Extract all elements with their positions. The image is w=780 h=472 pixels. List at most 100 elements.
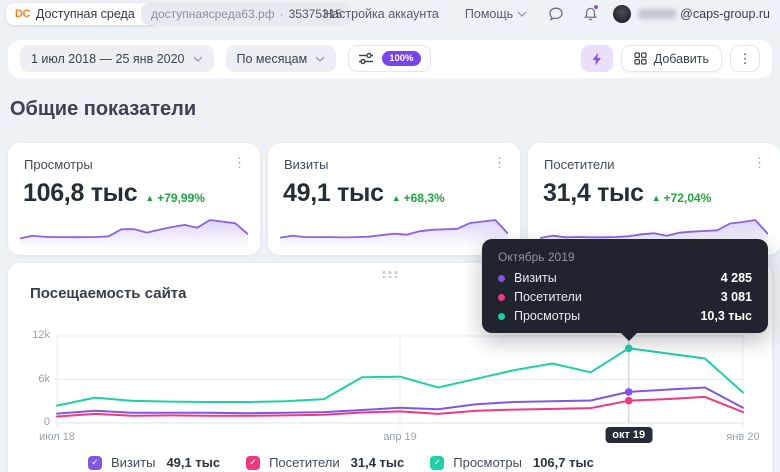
sliders-icon — [358, 52, 374, 65]
triangle-up-icon: ▲ — [392, 193, 401, 203]
site-info: доступнаясреда63.рф · 35375315 — [141, 3, 352, 25]
sampling-badge: 100% — [382, 51, 420, 66]
separator: · — [280, 7, 284, 21]
help-label: Помощь — [465, 7, 513, 21]
account-settings-link[interactable]: Настройка аккаунта — [323, 7, 439, 21]
metric-card-visits: Визиты ⋮ 49,1 тыс ▲+68,3% — [268, 143, 520, 255]
x-axis-label: янв 20 — [726, 431, 759, 443]
report-toolbar: 1 июл 2018 — 25 янв 2020 По месяцам 100% — [8, 40, 772, 78]
card-menu-button[interactable]: ⋮ — [229, 153, 250, 173]
tooltip-value: 4 285 — [721, 271, 752, 285]
sampling-control[interactable]: 100% — [348, 45, 430, 72]
tooltip-label: Визиты — [514, 271, 557, 285]
tooltip-rows: Визиты 4 285 Посетители 3 081 Просмотры 10,3 … — [498, 271, 752, 323]
metric-value: 31,4 тыс — [543, 179, 644, 208]
highlight-point — [625, 345, 633, 353]
tooltip-row: Посетители 3 081 — [498, 290, 752, 304]
toolbar-left: 1 июл 2018 — 25 янв 2020 По месяцам 100% — [20, 45, 431, 72]
tooltip-arrow — [620, 332, 638, 341]
triangle-up-icon: ▲ — [145, 193, 154, 203]
chevron-down-icon — [315, 56, 325, 62]
metric-value: 106,8 тыс — [23, 179, 137, 208]
grouping-label: По месяцам — [237, 52, 308, 66]
project-name: Доступная среда — [36, 7, 135, 21]
avatar[interactable] — [613, 5, 631, 23]
tooltip-value: 10,3 тыс — [700, 309, 752, 323]
legend-value: 106,7 тыс — [533, 455, 594, 470]
legend-label: Визиты — [111, 455, 155, 470]
legend-item: ✓ Посетители 31,4 тыс — [246, 455, 404, 470]
drag-handle[interactable] — [381, 269, 400, 280]
site-url: доступнаясреда63.рф — [151, 7, 275, 21]
series-color-dot — [498, 313, 505, 320]
add-widget-button[interactable]: Добавить — [621, 45, 722, 72]
triangle-up-icon: ▲ — [652, 193, 661, 203]
grouping-selector[interactable]: По месяцам — [226, 45, 337, 72]
card-menu-button[interactable]: ⋮ — [749, 153, 770, 173]
user-name-redacted — [638, 9, 676, 19]
help-menu[interactable]: Помощь — [465, 7, 527, 21]
tooltip-row: Визиты 4 285 — [498, 271, 752, 285]
tooltip-value: 3 081 — [721, 290, 752, 304]
chart-plot-area[interactable] — [55, 336, 745, 423]
lightning-bolt-icon — [591, 52, 603, 66]
counter-logo-icon: DC — [15, 8, 30, 20]
legend-value: 31,4 тыс — [351, 455, 405, 470]
metric-card-views: Просмотры ⋮ 106,8 тыс ▲+79,99% — [8, 143, 260, 255]
quick-actions-button[interactable] — [581, 45, 613, 72]
widgets-grid-icon — [634, 52, 647, 65]
date-range-picker[interactable]: 1 июл 2018 — 25 янв 2020 — [20, 45, 214, 72]
legend-label: Просмотры — [453, 455, 522, 470]
metric-value: 49,1 тыс — [283, 179, 384, 208]
metric-delta: ▲+72,04% — [652, 191, 712, 205]
metric-delta: ▲+68,3% — [392, 191, 445, 205]
chevron-down-icon — [517, 11, 527, 17]
legend-item: ✓ Визиты 49,1 тыс — [88, 455, 220, 470]
legend-checkbox[interactable]: ✓ — [246, 456, 260, 470]
tooltip-label: Посетители — [514, 290, 582, 304]
chat-bubble-icon — [548, 6, 564, 22]
legend-checkbox[interactable]: ✓ — [88, 456, 102, 470]
x-axis-label: июл 18 — [39, 431, 75, 443]
highlight-point — [625, 397, 633, 405]
project-selector[interactable]: DC Доступная среда — [6, 3, 160, 25]
x-axis-highlight-badge: окт 19 — [605, 427, 652, 443]
y-axis-label: 6k — [22, 373, 50, 385]
metric-title: Визиты — [284, 157, 328, 172]
top-nav: Настройка аккаунта Помощь @caps-group.ru — [323, 0, 770, 28]
chevron-down-icon — [193, 56, 203, 62]
add-widget-label: Добавить — [654, 52, 709, 66]
section-title: Общие показатели — [10, 98, 196, 121]
metric-title: Просмотры — [24, 157, 93, 172]
notification-dot — [593, 4, 599, 10]
toolbar-right: Добавить ⋮ — [581, 45, 760, 72]
legend-item: ✓ Просмотры 106,7 тыс — [430, 455, 594, 470]
notifications-button[interactable] — [581, 5, 599, 23]
legend-checkbox[interactable]: ✓ — [430, 456, 444, 470]
line-chart-canvas[interactable] — [55, 336, 745, 428]
highlight-point — [625, 388, 633, 396]
series-color-dot — [498, 275, 505, 282]
card-menu-button[interactable]: ⋮ — [489, 153, 510, 173]
tooltip-row: Просмотры 10,3 тыс — [498, 309, 752, 323]
legend-label: Посетители — [269, 455, 340, 470]
y-axis-label: 12k — [22, 329, 50, 341]
top-bar: DC Доступная среда доступнаясреда63.рф ·… — [0, 0, 780, 28]
sparkline-chart — [20, 214, 248, 248]
date-range-label: 1 июл 2018 — 25 янв 2020 — [31, 52, 185, 66]
metrica-dashboard: DC Доступная среда доступнаясреда63.рф ·… — [0, 0, 780, 472]
legend-value: 49,1 тыс — [166, 455, 220, 470]
x-axis-label: апр 19 — [383, 431, 416, 443]
chart-legend: ✓ Визиты 49,1 тыс ✓ Посетители 31,4 тыс ✓ Просм… — [88, 455, 594, 470]
user-email[interactable]: @caps-group.ru — [680, 7, 770, 21]
chat-button[interactable] — [547, 5, 565, 23]
more-options-button[interactable]: ⋮ — [730, 45, 760, 72]
chart-title: Посещаемость сайта — [30, 285, 186, 302]
metric-delta: ▲+79,99% — [145, 191, 205, 205]
series-color-dot — [498, 294, 505, 301]
tooltip-title: Октябрь 2019 — [498, 250, 752, 264]
tooltip-label: Просмотры — [514, 309, 580, 323]
x-axis: июл 18апр 19окт 19янв 20 — [55, 429, 745, 449]
sparkline-chart — [280, 214, 508, 248]
chart-tooltip: Октябрь 2019 Визиты4 285Посетители3 081П… — [482, 239, 768, 333]
